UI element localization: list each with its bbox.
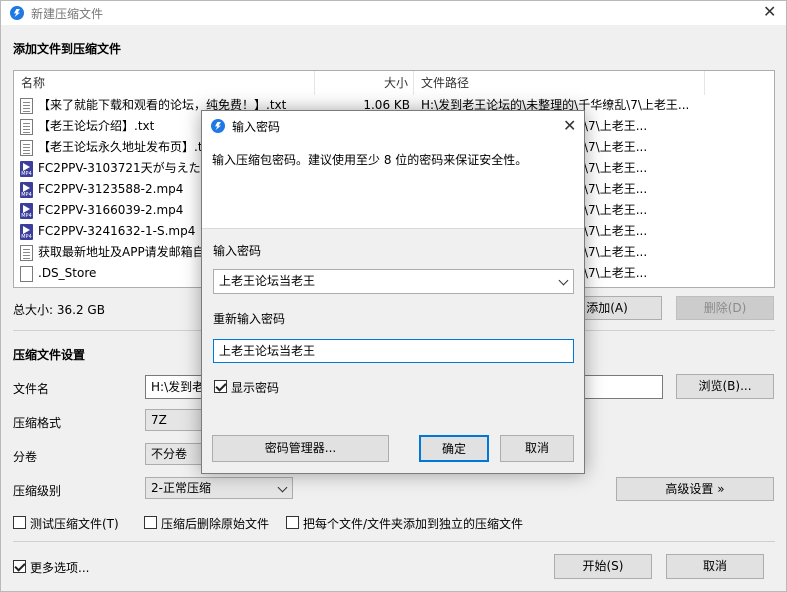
total-size: 总大小: 36.2 GB [13, 303, 105, 317]
more-options-checkbox[interactable] [13, 560, 26, 573]
divider [13, 541, 775, 542]
settings-section-title: 压缩文件设置 [13, 348, 86, 362]
file-name: 【老王论坛永久地址发布页】.tx [38, 140, 210, 154]
format-select-value: 7Z [151, 413, 167, 427]
dialog-header: 输入压缩包密码。建议使用至少 8 位的密码来保证安全性。 [202, 141, 584, 229]
video-file-icon [20, 203, 33, 219]
test-archive-label: 测试压缩文件(T) [30, 517, 119, 531]
cancel-button[interactable]: 取消 [666, 554, 764, 579]
text-file-icon [20, 140, 33, 156]
delete-after-label: 压缩后删除原始文件 [161, 517, 270, 531]
title-bar: 新建压缩文件 ✕ [1, 1, 786, 25]
video-file-icon [20, 224, 33, 240]
text-file-icon [20, 119, 33, 135]
file-name: 【老王论坛介绍】.txt [38, 119, 155, 133]
password-input[interactable]: 上老王论坛当老王 [213, 269, 574, 294]
level-select-value: 2-正常压缩 [151, 481, 211, 495]
delete-button[interactable]: 删除(D) [676, 296, 774, 320]
file-name: FC2PPV-3123588-2.mp4 [38, 182, 184, 196]
split-label: 分卷 [13, 450, 38, 464]
dialog-description: 输入压缩包密码。建议使用至少 8 位的密码来保证安全性。 [212, 153, 528, 167]
password-label: 输入密码 [213, 244, 262, 258]
more-options-label[interactable]: 更多选项... [30, 559, 89, 576]
column-header-path[interactable]: 文件路径 [414, 71, 705, 95]
password-dialog: 输入密码 ✕ 输入压缩包密码。建议使用至少 8 位的密码来保证安全性。 输入密码… [201, 110, 585, 474]
test-archive-checkbox[interactable] [13, 516, 26, 529]
level-select[interactable]: 2-正常压缩 [145, 477, 293, 499]
separate-archives-label: 把每个文件/文件夹添加到独立的压缩文件 [303, 517, 524, 531]
file-name: FC2PPV-3103721天が与えた [38, 161, 201, 175]
advanced-settings-button[interactable]: 高级设置 » [616, 477, 774, 501]
level-label: 压缩级别 [13, 484, 62, 498]
window-title: 新建压缩文件 [31, 7, 104, 21]
separate-archives-checkbox[interactable] [286, 516, 299, 529]
file-name: FC2PPV-3241632-1-S.mp4 [38, 224, 196, 238]
file-name: FC2PPV-3166039-2.mp4 [38, 203, 184, 217]
chevron-down-icon [277, 482, 288, 493]
filename-label: 文件名 [13, 382, 50, 396]
column-header-name[interactable]: 名称 [14, 71, 315, 95]
column-header-size[interactable]: 大小 [315, 71, 414, 95]
dialog-title: 输入密码 [232, 120, 281, 134]
format-label: 压缩格式 [13, 416, 62, 430]
video-file-icon [20, 161, 33, 177]
file-name: .DS_Store [38, 266, 97, 280]
file-name: 获取最新地址及APP请发邮箱自 [38, 245, 205, 259]
password-input-value: 上老王论坛当老王 [219, 274, 316, 288]
confirm-password-label: 重新输入密码 [213, 312, 286, 326]
dialog-title-bar: 输入密码 ✕ [202, 111, 584, 141]
app-logo-icon [10, 6, 24, 20]
browse-button[interactable]: 浏览(B)... [676, 374, 774, 399]
show-password-label: 显示密码 [231, 381, 280, 395]
confirm-password-input[interactable]: 上老王论坛当老王 [213, 339, 574, 363]
dialog-close-icon[interactable]: ✕ [563, 116, 576, 135]
text-file-icon [20, 245, 33, 261]
chevron-down-icon[interactable] [558, 275, 569, 286]
password-manager-button[interactable]: 密码管理器... [212, 435, 389, 462]
window-close-icon[interactable]: ✕ [763, 2, 776, 21]
video-file-icon [20, 182, 33, 198]
text-file-icon [20, 98, 33, 114]
dialog-cancel-button[interactable]: 取消 [500, 435, 574, 462]
show-password-checkbox[interactable] [214, 380, 227, 393]
delete-after-checkbox[interactable] [144, 516, 157, 529]
blank-file-icon [20, 266, 33, 282]
start-button[interactable]: 开始(S) [554, 554, 652, 579]
app-logo-icon [211, 119, 225, 133]
add-section-title: 添加文件到压缩文件 [13, 42, 122, 56]
split-select-value: 不分卷 [151, 447, 188, 461]
ok-button[interactable]: 确定 [419, 435, 489, 462]
